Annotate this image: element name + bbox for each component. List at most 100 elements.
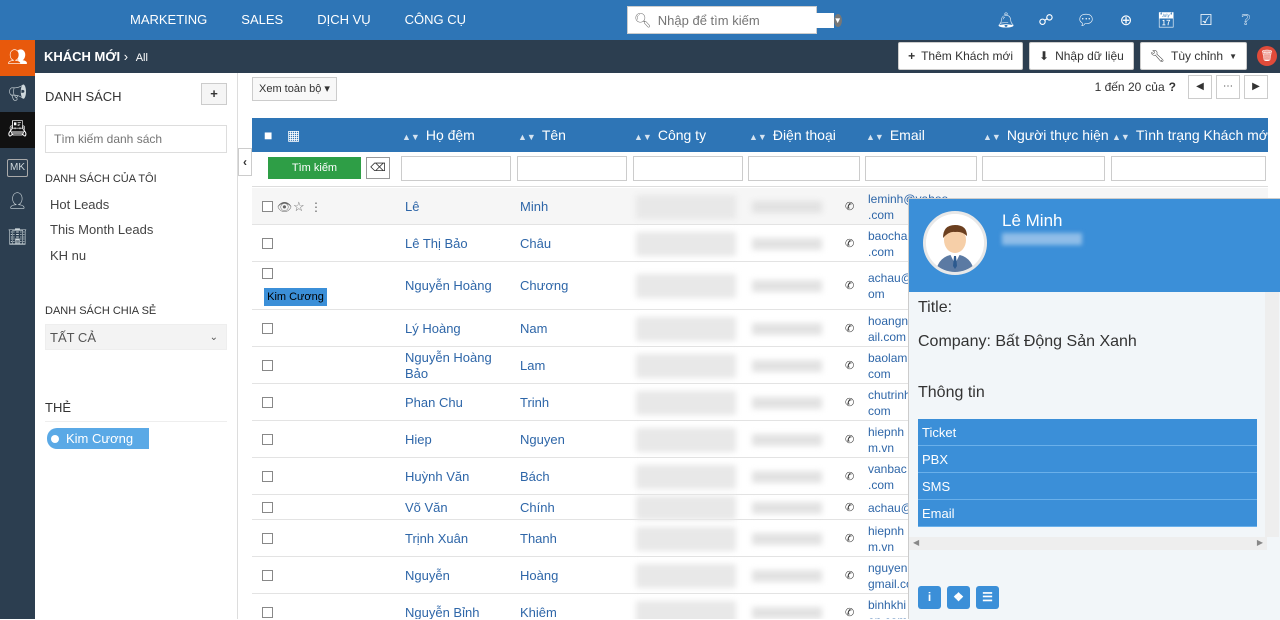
building-icon[interactable]: 🏢︎ xyxy=(0,220,35,256)
search-button[interactable]: Tìm kiếm xyxy=(268,157,361,179)
tag-kim-cuong[interactable]: Kim Cương xyxy=(47,428,149,449)
cell-ho-dem[interactable]: Nguyễn Bỉnh xyxy=(405,605,479,620)
prev-page-button[interactable]: ◀ xyxy=(1188,75,1212,99)
row-checkbox[interactable] xyxy=(262,396,273,408)
star-icon[interactable]: ☆ xyxy=(293,199,305,215)
select-all-checkbox[interactable]: ■ xyxy=(264,118,272,152)
cell-ho-dem[interactable]: Lê xyxy=(405,199,419,215)
phone-icon[interactable]: ✆ xyxy=(845,236,854,252)
phone-icon[interactable]: ✆ xyxy=(845,278,854,294)
row-checkbox[interactable] xyxy=(262,322,273,334)
row-checkbox[interactable] xyxy=(262,501,273,513)
cell-ten[interactable]: Khiêm xyxy=(520,605,557,620)
cell-email[interactable]: nguyen gmail.co xyxy=(868,560,913,592)
trash-icon[interactable]: 🗑︎ xyxy=(1257,46,1277,66)
eye-icon[interactable]: 👁︎ xyxy=(277,199,292,215)
popup-link-ticket[interactable]: Ticket xyxy=(918,419,1257,446)
row-checkbox[interactable] xyxy=(262,237,273,249)
search-input[interactable] xyxy=(657,12,834,28)
more-vertical-icon[interactable]: ⋮ xyxy=(310,199,322,215)
col-dien-thoai[interactable]: ▲▼ Điện thoại xyxy=(749,118,836,154)
pager-total[interactable]: ? xyxy=(1169,80,1176,94)
cell-email[interactable]: achau@ om xyxy=(868,270,913,302)
cell-ten[interactable]: Nam xyxy=(520,321,547,337)
help-icon[interactable]: ❔︎ xyxy=(1226,12,1266,29)
contact-card-icon[interactable]: 📇︎ xyxy=(0,112,35,148)
col-nguoi-thuc-hien[interactable]: ▲▼ Người thực hiện xyxy=(983,118,1109,154)
bell-icon[interactable]: 🔔︎ xyxy=(986,11,1026,29)
shared-list-select[interactable]: TẤT CẢ ⌄ xyxy=(45,324,227,350)
chevron-down-icon[interactable]: ▼ xyxy=(833,13,842,27)
filter-ten[interactable] xyxy=(517,156,627,181)
phone-icon[interactable]: ✆ xyxy=(845,605,854,620)
list-item-kh-nu[interactable]: KH nu xyxy=(50,248,86,263)
row-checkbox[interactable] xyxy=(262,470,273,482)
cell-ten[interactable]: Nguyen xyxy=(520,432,565,448)
phone-icon[interactable]: ✆ xyxy=(845,321,854,337)
cell-ho-dem[interactable]: Lý Hoàng xyxy=(405,321,461,337)
row-checkbox[interactable] xyxy=(262,433,273,445)
col-tinh-trang[interactable]: ▲▼ Tình trạng Khách mới xyxy=(1112,118,1271,154)
row-checkbox[interactable] xyxy=(262,569,273,581)
eraser-icon[interactable]: ⌫ xyxy=(366,157,390,179)
cell-ho-dem[interactable]: Huỳnh Văn xyxy=(405,469,469,485)
cell-ten[interactable]: Châu xyxy=(520,236,551,252)
row-checkbox[interactable] xyxy=(262,532,273,544)
customize-button[interactable]: 🔧︎ Tùy chỉnh ▼ xyxy=(1139,42,1247,70)
cell-email[interactable]: baolam com xyxy=(868,350,907,382)
cell-ho-dem[interactable]: Lê Thị Bảo xyxy=(405,236,468,252)
import-button[interactable]: ⬇︎ Nhập dữ liệu xyxy=(1029,42,1134,70)
cell-email[interactable]: hoangn ail.com xyxy=(868,313,908,345)
cell-ho-dem[interactable]: Nguyễn Hoàng Bảo xyxy=(405,350,492,382)
add-list-button[interactable]: + xyxy=(201,83,227,105)
global-search[interactable]: 🔍︎ ▼ xyxy=(627,6,842,34)
cell-ten[interactable]: Hoàng xyxy=(520,568,558,584)
megaphone-icon[interactable]: 📢︎ xyxy=(0,76,35,112)
chat-icon[interactable]: 💬︎ xyxy=(1066,11,1106,29)
phone-icon[interactable]: ✆ xyxy=(845,531,854,547)
nav-service[interactable]: DỊCH VỤ xyxy=(300,0,387,40)
cell-ho-dem[interactable]: Hiep xyxy=(405,432,432,448)
filter-nguoi-thuc-hien[interactable] xyxy=(982,156,1105,181)
popup-vertical-scrollbar[interactable] xyxy=(1265,292,1279,537)
nav-tools[interactable]: CÔNG CỤ xyxy=(388,0,483,40)
phone-icon[interactable]: ✆ xyxy=(845,358,854,374)
cell-email[interactable]: vanbac .com xyxy=(868,461,907,493)
phone-icon[interactable]: ✆ xyxy=(845,432,854,448)
filter-dien-thoai[interactable] xyxy=(748,156,860,181)
cell-ten[interactable]: Lam xyxy=(520,358,545,374)
modules-icon[interactable]: ☍ xyxy=(1026,11,1066,29)
cell-ten[interactable]: Trinh xyxy=(520,395,549,411)
filter-ho-dem[interactable] xyxy=(401,156,511,181)
cell-email[interactable]: chutrinh com xyxy=(868,387,911,419)
breadcrumb-main[interactable]: KHÁCH MỚI xyxy=(44,49,120,64)
cell-email[interactable]: achau@ xyxy=(868,500,913,516)
popup-link-pbx[interactable]: PBX xyxy=(918,446,1257,473)
person-icon[interactable]: 👤︎ xyxy=(0,184,35,220)
cell-ten[interactable]: Chương xyxy=(520,278,568,294)
cell-ho-dem[interactable]: Phan Chu xyxy=(405,395,463,411)
calendar-icon[interactable]: 📅︎ xyxy=(1146,11,1186,29)
col-cong-ty[interactable]: ▲▼ Công ty xyxy=(634,118,706,154)
grid-icon[interactable]: ▦ xyxy=(287,118,300,152)
collapse-panel-button[interactable]: ‹ xyxy=(238,148,252,176)
ticket-icon[interactable]: ❖ xyxy=(947,586,970,609)
cell-email[interactable]: hiepnh m.vn xyxy=(868,424,904,456)
row-checkbox[interactable] xyxy=(262,268,273,279)
more-pages-button[interactable]: ⋯ xyxy=(1216,75,1240,99)
phone-icon[interactable]: ✆ xyxy=(845,500,854,516)
list-icon[interactable]: ☰ xyxy=(976,586,999,609)
cell-ho-dem[interactable]: Nguyễn Hoàng xyxy=(405,278,492,294)
phone-icon[interactable]: ✆ xyxy=(845,568,854,584)
cell-email[interactable]: binhkhi en.com xyxy=(868,597,907,620)
cell-ho-dem[interactable]: Võ Văn xyxy=(405,500,448,516)
nav-sales[interactable]: SALES xyxy=(224,0,300,40)
cell-ho-dem[interactable]: Trịnh Xuân xyxy=(405,531,468,547)
row-checkbox[interactable] xyxy=(262,606,273,618)
phone-icon[interactable]: ✆ xyxy=(845,395,854,411)
popup-horizontal-scrollbar[interactable]: ◀ ▶ xyxy=(909,537,1267,550)
checkbox-icon[interactable]: ☑ xyxy=(1186,11,1226,29)
nav-marketing[interactable]: MARKETING xyxy=(113,0,224,40)
view-all-dropdown[interactable]: Xem toàn bộ ▾ xyxy=(252,77,337,101)
next-page-button[interactable]: ▶ xyxy=(1244,75,1268,99)
